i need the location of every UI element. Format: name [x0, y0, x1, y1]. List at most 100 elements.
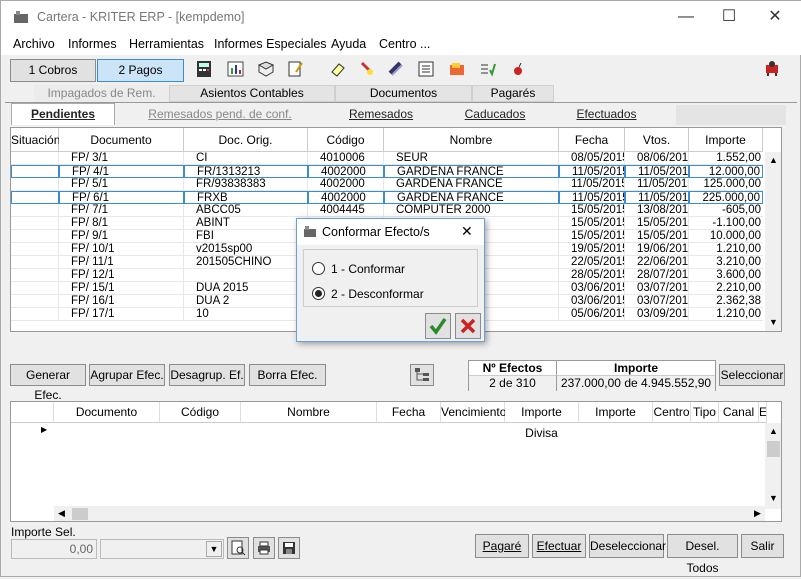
list-icon[interactable] — [417, 60, 435, 78]
col-vtos[interactable]: Vtos. — [625, 128, 689, 152]
eraser-icon[interactable] — [329, 60, 347, 78]
col2-e[interactable]: E — [759, 402, 767, 423]
desagrup-ef-button[interactable]: Desagrup. Ef. — [169, 364, 245, 386]
pagos-button[interactable]: 2 Pagos — [97, 59, 184, 82]
cell-fecha[interactable]: 11/05/2015 — [559, 165, 625, 178]
cell-doc-orig[interactable]: DUA 2 — [184, 295, 308, 308]
minimize-button[interactable]: — — [663, 1, 709, 33]
cell-situacion[interactable] — [11, 269, 59, 282]
menu-informes-especiales[interactable]: Informes Especiales — [214, 37, 327, 51]
cell-fecha[interactable]: 22/05/2015 — [559, 256, 625, 269]
cell-documento[interactable]: FP/ 9/1 — [59, 230, 184, 243]
tab-remesados[interactable]: Remesados — [313, 104, 449, 124]
cell-fecha[interactable]: 28/05/2015 — [559, 269, 625, 282]
agrupar-efec-button[interactable]: Agrupar Efec. — [89, 364, 165, 386]
cell-situacion[interactable] — [11, 230, 59, 243]
cell-doc-orig[interactable]: 201505CHINO — [184, 256, 308, 269]
cell-doc-orig[interactable]: FR/93838383 — [184, 178, 308, 191]
menu-centro[interactable]: Centro ... — [379, 37, 430, 51]
link-icon[interactable] — [387, 60, 405, 78]
dialog-accept-button[interactable] — [425, 313, 451, 339]
col2-importe[interactable]: Importe — [579, 402, 653, 423]
cell-vtos[interactable]: 03/09/2015 — [625, 308, 689, 321]
cell-vtos[interactable]: 11/05/2015 — [625, 178, 689, 191]
cell-fecha[interactable]: 19/05/2015 — [559, 243, 625, 256]
bomb-icon[interactable] — [509, 60, 527, 78]
cell-nombre[interactable]: GARDENA FRANCE — [384, 191, 559, 204]
cell-doc-orig[interactable]: v2015sp00 — [184, 243, 308, 256]
cell-doc-orig[interactable]: 10 — [184, 308, 308, 321]
cell-situacion[interactable] — [11, 308, 59, 321]
radio-conformar[interactable] — [312, 262, 325, 275]
cell-situacion[interactable] — [11, 295, 59, 308]
cell-doc-orig[interactable]: DUA 2015 — [184, 282, 308, 295]
cell-fecha[interactable]: 11/05/2015 — [559, 178, 625, 191]
table-row[interactable]: FP/ 5/1 FR/93838383 4002000 GARDENA FRANCE 1… — [11, 178, 763, 191]
table-row[interactable]: FP/ 7/1 ABCC05 4004445 COMPUTER 2000 15/05/2… — [11, 204, 763, 217]
scroll-up-icon[interactable]: ▲ — [769, 155, 778, 165]
cell-situacion[interactable] — [11, 282, 59, 295]
cell-codigo[interactable]: 4002000 — [308, 165, 384, 178]
col-fecha[interactable]: Fecha — [559, 128, 625, 152]
cell-codigo[interactable]: 4002000 — [308, 191, 384, 204]
cell-nombre[interactable]: GARDENA FRANCE — [384, 165, 559, 178]
tab-pendientes[interactable]: Pendientes — [11, 104, 115, 124]
checklist-icon[interactable] — [478, 60, 496, 78]
cell-doc-orig[interactable]: FR/1313213 — [184, 165, 308, 178]
cell-vtos[interactable]: 15/05/2015 — [625, 230, 689, 243]
tab-asientos[interactable]: Asientos Contables — [169, 85, 335, 102]
cell-vtos[interactable]: 03/07/2015 — [625, 282, 689, 295]
cell-codigo[interactable]: 4002000 — [308, 178, 384, 191]
table-row[interactable]: FP/ 3/1 CI 4010006 SEUR 08/05/2015 08/06/2015… — [11, 152, 763, 165]
col2-tipo[interactable]: Tipo — [691, 402, 719, 423]
cell-doc-orig[interactable]: FBI — [184, 230, 308, 243]
cell-documento[interactable]: FP/ 12/1 — [59, 269, 184, 282]
folder-icon[interactable] — [448, 60, 466, 78]
col-documento[interactable]: Documento — [59, 128, 184, 152]
cell-importe[interactable]: 3.210,00 — [689, 256, 763, 269]
cell-codigo[interactable]: 4004445 — [308, 204, 384, 217]
generar-efec-button[interactable]: Generar Efec. — [10, 364, 86, 402]
detail-vertical-scrollbar[interactable]: ▲ ▼ — [765, 423, 781, 509]
cell-nombre[interactable]: COMPUTER 2000 — [384, 204, 559, 217]
col-nombre[interactable]: Nombre — [384, 128, 559, 152]
cell-importe[interactable]: 2.210,00 — [689, 282, 763, 295]
print-button[interactable] — [253, 537, 275, 559]
col-importe[interactable]: Importe — [689, 128, 763, 152]
cell-documento[interactable]: FP/ 7/1 — [59, 204, 184, 217]
cobros-button[interactable]: 1 Cobros — [10, 59, 96, 82]
chevron-down-icon[interactable]: ▼ — [206, 541, 222, 557]
cell-situacion[interactable] — [11, 256, 59, 269]
cell-nombre[interactable]: GARDENA FRANCE — [384, 178, 559, 191]
tab-documentos[interactable]: Documentos — [335, 85, 472, 102]
cell-fecha[interactable]: 15/05/2015 — [559, 204, 625, 217]
tab-pagares[interactable]: Pagarés — [472, 85, 554, 102]
highlighter-icon[interactable] — [358, 60, 376, 78]
cell-doc-orig[interactable]: FRXB — [184, 191, 308, 204]
cell-importe[interactable]: 125.000,00 — [689, 178, 763, 191]
cell-situacion[interactable] — [11, 165, 59, 178]
cell-importe[interactable]: 1.210,00 — [689, 308, 763, 321]
seleccionar-button[interactable]: Seleccionar — [719, 364, 785, 386]
cell-doc-orig[interactable]: CI — [184, 152, 308, 165]
table-row[interactable]: FP/ 6/1 FRXB 4002000 GARDENA FRANCE 11/05/20… — [11, 191, 763, 204]
tab-impagados[interactable]: Impagados de Rem. — [34, 85, 169, 102]
cell-fecha[interactable]: 03/06/2015 — [559, 282, 625, 295]
calculator-icon[interactable] — [195, 60, 213, 78]
menu-informes[interactable]: Informes — [68, 37, 117, 51]
detail-grid[interactable]: Documento Código Nombre Fecha Vencimient… — [10, 401, 782, 522]
cell-documento[interactable]: FP/ 11/1 — [59, 256, 184, 269]
cell-situacion[interactable] — [11, 152, 59, 165]
cell-documento[interactable]: FP/ 10/1 — [59, 243, 184, 256]
cell-documento[interactable]: FP/ 16/1 — [59, 295, 184, 308]
cell-situacion[interactable] — [11, 178, 59, 191]
scroll-down-icon[interactable]: ▼ — [769, 317, 778, 327]
cell-fecha[interactable]: 03/06/2015 — [559, 295, 625, 308]
cell-nombre[interactable]: SEUR — [384, 152, 559, 165]
detail-scroll-up-icon[interactable]: ▲ — [769, 426, 778, 436]
cell-fecha[interactable]: 15/05/2015 — [559, 230, 625, 243]
tree-view-button[interactable] — [410, 364, 434, 386]
cell-documento[interactable]: FP/ 15/1 — [59, 282, 184, 295]
detail-scroll-left-icon[interactable]: ◀ — [58, 508, 65, 519]
col2-nombre[interactable]: Nombre — [241, 402, 377, 423]
